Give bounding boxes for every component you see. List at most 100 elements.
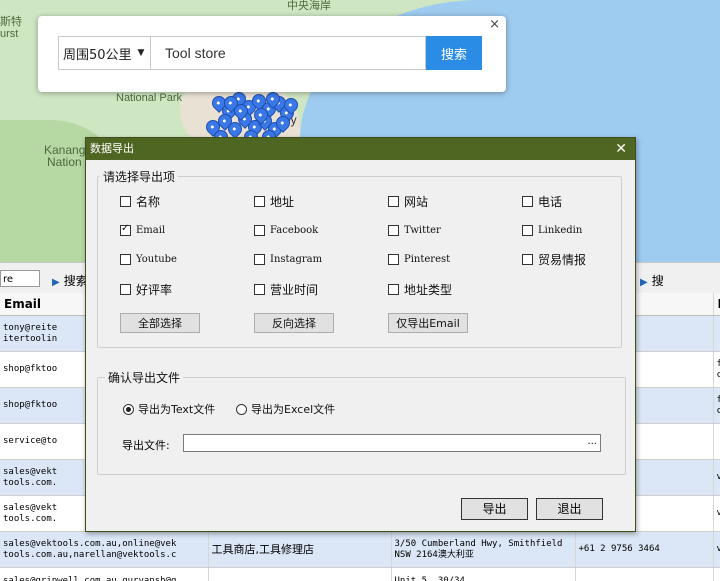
play-icon: ▶ bbox=[640, 277, 648, 288]
export-option[interactable]: 电话 bbox=[522, 194, 563, 209]
export-option[interactable]: Instagram bbox=[254, 252, 322, 266]
map-label-kanangra-national: Nation bbox=[47, 155, 82, 169]
export-option-label: Instagram bbox=[270, 253, 323, 265]
search-button[interactable]: 搜索 bbox=[426, 36, 482, 70]
export-option[interactable]: 地址类型 bbox=[388, 282, 453, 297]
checkbox[interactable] bbox=[120, 195, 131, 207]
checkbox[interactable] bbox=[522, 195, 533, 207]
checkbox[interactable] bbox=[254, 224, 265, 236]
invert-selection-button[interactable]: 反向选择 bbox=[254, 313, 334, 333]
export-option[interactable]: 网站 bbox=[388, 194, 429, 209]
export-option-label: Twitter bbox=[404, 224, 441, 236]
play-icon: ▶ bbox=[52, 277, 60, 288]
column-header-5[interactable]: I bbox=[713, 293, 720, 316]
exit-button[interactable]: 退出 bbox=[536, 498, 603, 520]
export-option[interactable]: Facebook bbox=[254, 223, 318, 237]
export-file-label: 导出文件: bbox=[122, 439, 170, 452]
table-cell-c5: f c bbox=[713, 387, 720, 424]
dialog-titlebar[interactable]: 数据导出 ✕ bbox=[86, 138, 635, 160]
export-option-label: 好评率 bbox=[136, 282, 173, 297]
table-row[interactable]: sales@gripwell.com.au,gurvansh@g Unit 5, … bbox=[0, 567, 720, 581]
confirm-file-legend: 确认导出文件 bbox=[105, 369, 184, 386]
table-cell-c2: 工具商店,工具修理店 bbox=[208, 531, 392, 568]
map-label-central-coast: 中央海岸 bbox=[287, 0, 331, 12]
search-panel-close-button[interactable]: × bbox=[489, 17, 500, 32]
table-cell-c5: v bbox=[713, 495, 720, 532]
map-label-town-1: 斯特 bbox=[0, 16, 22, 28]
search-input[interactable] bbox=[150, 36, 426, 70]
export-option-label: Linkedin bbox=[538, 224, 583, 236]
checkbox[interactable] bbox=[254, 283, 265, 295]
export-option-label: Pinterest bbox=[404, 253, 451, 265]
email-only-button[interactable]: 仅导出Email bbox=[388, 313, 468, 333]
dialog-close-button[interactable]: ✕ bbox=[615, 138, 627, 160]
export-option[interactable]: 营业时间 bbox=[254, 282, 319, 297]
checkbox[interactable] bbox=[120, 283, 131, 295]
table-cell-email: sales@gripwell.com.au,gurvansh@g bbox=[0, 567, 209, 581]
confirm-file-group bbox=[97, 377, 626, 475]
checkbox[interactable] bbox=[254, 195, 265, 207]
export-dialog: 数据导出 ✕ 请选择导出项 全部选择 反向选择 仅导出Email 确认导出文件 … bbox=[85, 137, 636, 532]
toolbar-search-label-2: 搜 bbox=[651, 274, 664, 288]
export-option-label: 贸易情报 bbox=[538, 252, 587, 267]
map-label-national-park: National Park bbox=[116, 92, 183, 104]
table-cell-c2 bbox=[208, 567, 392, 581]
table-cell-email: sales@vektools.com.au,online@vek tools.c… bbox=[0, 531, 209, 568]
map-label-town-2: urst bbox=[0, 28, 19, 40]
export-options-legend: 请选择导出项 bbox=[100, 168, 179, 185]
table-cell-c5 bbox=[713, 567, 720, 581]
radio-text-indicator[interactable] bbox=[123, 403, 134, 415]
table-cell-c5: v bbox=[713, 459, 720, 496]
checkbox[interactable] bbox=[522, 253, 533, 265]
table-cell-c3: 3/50 Cumberland Hwy, Smithfield NSW 2164… bbox=[391, 531, 576, 568]
radius-select-value: 周围50公里 bbox=[63, 47, 132, 63]
checkbox[interactable] bbox=[522, 224, 533, 236]
checkbox[interactable] bbox=[388, 253, 399, 265]
table-cell-c5 bbox=[713, 315, 720, 352]
dialog-title: 数据导出 bbox=[90, 142, 134, 155]
checkbox[interactable] bbox=[388, 195, 399, 207]
toolbar-search-button-2[interactable]: ▶ 搜 bbox=[640, 272, 664, 289]
export-option[interactable]: Twitter bbox=[388, 223, 441, 237]
table-row[interactable]: sales@vektools.com.au,online@vek tools.c… bbox=[0, 531, 720, 568]
checkbox[interactable] bbox=[388, 224, 399, 236]
table-cell-phone bbox=[575, 567, 714, 581]
table-cell-c5: v bbox=[713, 531, 720, 568]
export-option-label: Youtube bbox=[136, 253, 177, 265]
select-all-button[interactable]: 全部选择 bbox=[120, 313, 200, 333]
export-option[interactable]: 名称 bbox=[120, 194, 161, 209]
checkbox[interactable] bbox=[120, 223, 131, 236]
radio-export-excel[interactable]: 导出为Excel文件 bbox=[236, 401, 335, 417]
table-cell-c5 bbox=[713, 423, 720, 460]
export-option-label: Email bbox=[136, 224, 166, 236]
chevron-down-icon: ▼ bbox=[137, 48, 145, 58]
checkbox[interactable] bbox=[254, 253, 265, 265]
export-option-label: 网站 bbox=[404, 194, 429, 209]
radius-select[interactable]: 周围50公里 ▼ bbox=[58, 36, 150, 70]
export-option[interactable]: 地址 bbox=[254, 194, 295, 209]
table-cell-phone: +61 2 9756 3464 bbox=[575, 531, 714, 568]
export-option[interactable]: Email bbox=[120, 223, 165, 237]
filter-box[interactable]: re bbox=[0, 270, 40, 287]
export-option-label: 地址类型 bbox=[404, 282, 453, 297]
export-option-label: 名称 bbox=[136, 194, 161, 209]
export-option-label: 电话 bbox=[538, 194, 563, 209]
export-option-label: Facebook bbox=[270, 224, 319, 236]
radio-excel-indicator[interactable] bbox=[236, 403, 247, 415]
export-option-label: 营业时间 bbox=[270, 282, 319, 297]
checkbox[interactable] bbox=[388, 283, 399, 295]
export-file-input[interactable]: ... bbox=[183, 434, 601, 452]
export-option[interactable]: Youtube bbox=[120, 252, 177, 266]
export-option[interactable]: 好评率 bbox=[120, 282, 173, 297]
radio-text-label: 导出为Text文件 bbox=[138, 403, 216, 416]
export-option[interactable]: Pinterest bbox=[388, 252, 450, 266]
radio-export-text[interactable]: 导出为Text文件 bbox=[123, 401, 215, 417]
export-option-label: 地址 bbox=[270, 194, 295, 209]
export-option[interactable]: 贸易情报 bbox=[522, 252, 587, 267]
export-option[interactable]: Linkedin bbox=[522, 223, 582, 237]
browse-button[interactable]: ... bbox=[587, 436, 597, 447]
toolbar-search-button[interactable]: ▶ 搜索 bbox=[52, 272, 88, 289]
checkbox[interactable] bbox=[120, 253, 131, 265]
table-cell-c5: f c bbox=[713, 351, 720, 388]
export-button[interactable]: 导出 bbox=[461, 498, 528, 520]
